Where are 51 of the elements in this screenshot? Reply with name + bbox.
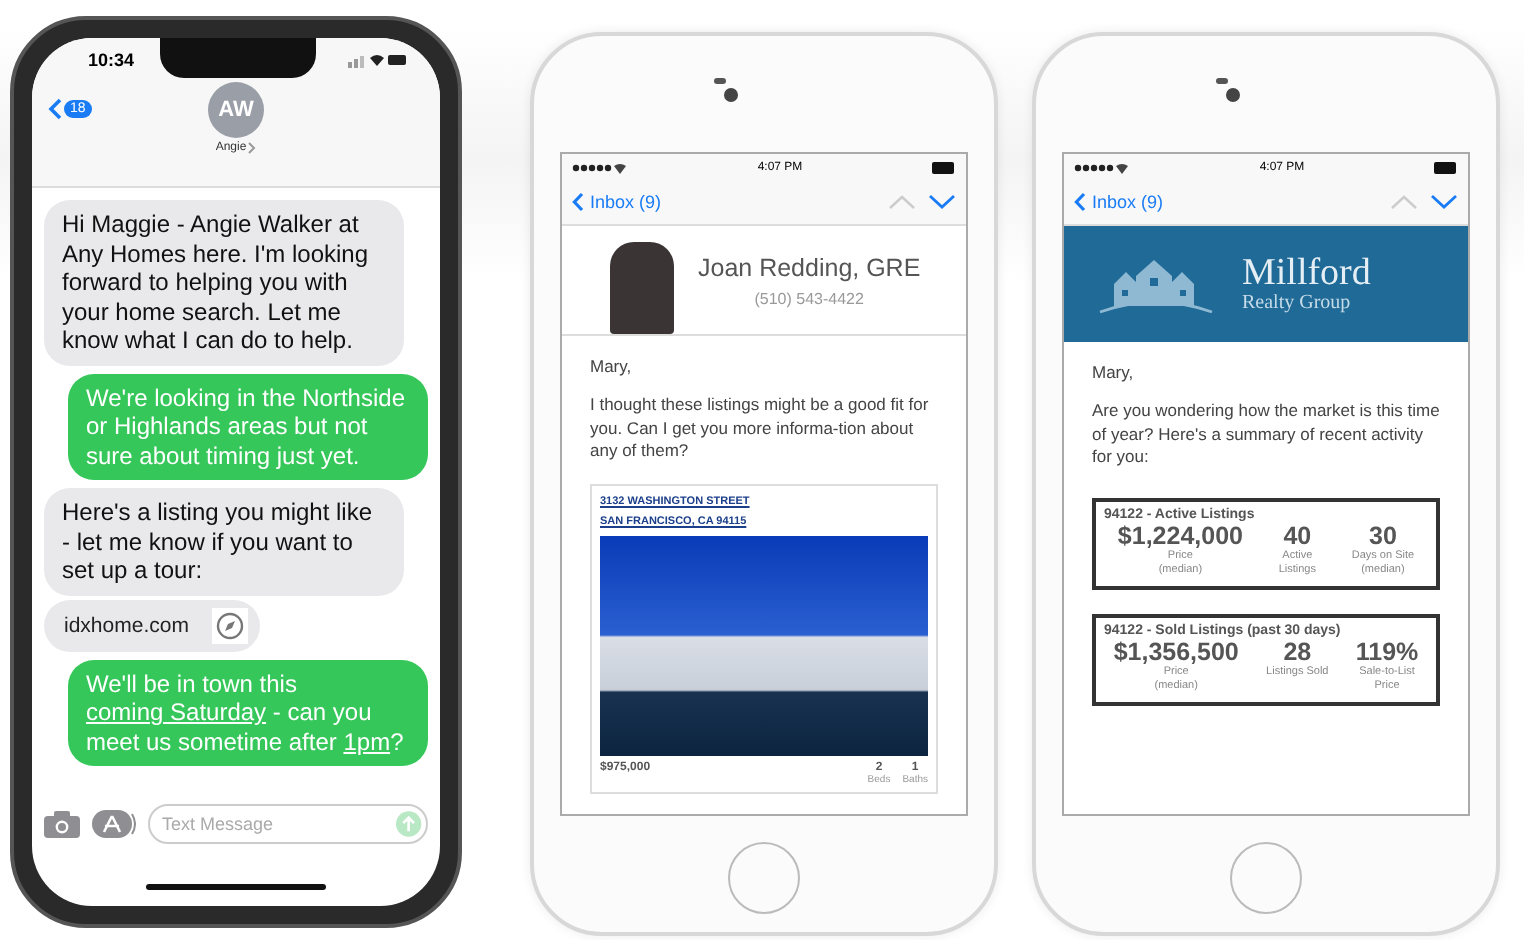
- chevron-down-icon[interactable]: [928, 194, 956, 210]
- contact-avatar: AW: [208, 82, 264, 138]
- email-body-text: I thought these listings might be a good fit for you. Can I get you more informa-tion about any of them?: [590, 394, 931, 463]
- link-url: idxhome.com: [64, 613, 189, 637]
- chevron-left-icon: [572, 192, 584, 212]
- camera-icon[interactable]: [44, 810, 80, 838]
- stat-value: 119%: [1355, 637, 1419, 665]
- message-bubble: Hi Maggie - Angie Walker at Any Homes here. I'm looking forward to helping you with your home search. Let me know what I can do to help.: [44, 200, 404, 365]
- home-button[interactable]: [1230, 842, 1302, 914]
- message-link[interactable]: 1pm: [343, 727, 391, 755]
- message-input-box[interactable]: Text Message: [148, 804, 428, 844]
- chevron-left-icon: [1074, 192, 1086, 212]
- stat-value: $1,356,500: [1113, 637, 1239, 665]
- stat-value: 28: [1283, 637, 1312, 665]
- houses-logo-icon: [1098, 254, 1214, 314]
- signal-icon: [572, 161, 628, 173]
- photo-placeholder: [610, 242, 674, 334]
- inbox-back-link[interactable]: Inbox (9): [572, 192, 662, 212]
- app-store-icon[interactable]: [92, 810, 136, 838]
- status-time: 10:34: [88, 50, 135, 70]
- compass-icon: [212, 607, 249, 643]
- email-greeting: Mary,: [590, 356, 634, 376]
- stat-value: 40: [1283, 521, 1312, 549]
- speaker-grille: [713, 77, 725, 83]
- chevron-right-icon: [248, 142, 257, 154]
- battery-icon: [931, 161, 956, 173]
- message-bubble: Here's a listing you might like - let me know if you want to set up a tour:: [44, 488, 404, 595]
- front-camera: [723, 87, 737, 101]
- agent-name: Joan Redding, GRE: [698, 253, 921, 281]
- message-bubble: We're looking in the Northside or Highlands areas but not sure about timing just yet.: [68, 373, 428, 480]
- message-link[interactable]: coming Saturday: [86, 698, 267, 726]
- message-input-field[interactable]: Text Message: [162, 814, 397, 834]
- email-greeting: Mary,: [1092, 362, 1136, 382]
- link-preview[interactable]: idxhome.com: [44, 599, 261, 651]
- front-camera: [1225, 87, 1239, 101]
- status-icons: [348, 52, 408, 68]
- speaker-grille: [1215, 77, 1227, 83]
- message-bubble: We'll be in town this coming Saturday - can you meet us sometime after 1pm?: [68, 659, 428, 766]
- inbox-back-link[interactable]: Inbox (9): [1074, 192, 1164, 212]
- brand-subtitle: Realty Group: [1242, 292, 1353, 314]
- chevron-left-icon: [48, 98, 62, 120]
- agent-phone: (510) 543-4422: [754, 289, 864, 307]
- signal-icon: [1074, 161, 1130, 173]
- chevron-down-icon[interactable]: [1430, 194, 1458, 210]
- home-button[interactable]: [728, 842, 800, 914]
- brand-name: Millford: [1242, 254, 1371, 292]
- email-body-text: Are you wondering how the market is this time of year? Here's a summary of recent activity for you:: [1092, 400, 1440, 469]
- stat-value: $1,224,000: [1117, 521, 1243, 549]
- stat-value: 30: [1369, 521, 1397, 549]
- battery-icon: [1433, 161, 1458, 173]
- send-icon: [396, 810, 422, 838]
